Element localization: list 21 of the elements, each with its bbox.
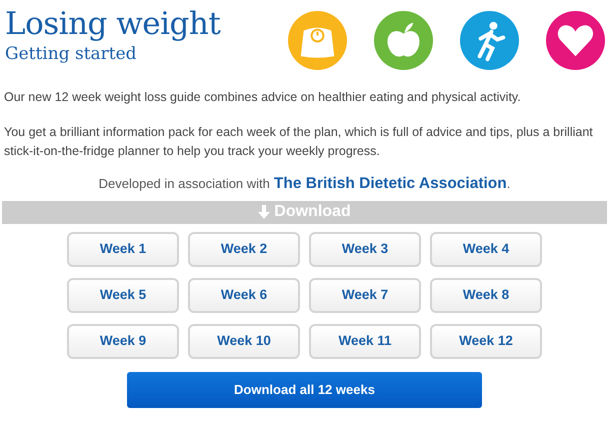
- week-button[interactable]: Week 9: [67, 324, 179, 358]
- week-button[interactable]: Week 10: [188, 324, 300, 358]
- week-button[interactable]: Week 2: [188, 232, 300, 266]
- week-button[interactable]: Week 3: [309, 232, 421, 266]
- week-button[interactable]: Week 7: [309, 278, 421, 312]
- week-button[interactable]: Week 1: [67, 232, 179, 266]
- intro-paragraph: You get a brilliant information pack for each week of the plan, which is full of advice and tips, plus a brilliant stick-it-on-the-fridge planner to help you track your weekly progress.: [4, 124, 594, 160]
- partner-text: Developed in association with: [98, 175, 270, 194]
- week-button[interactable]: Week 5: [67, 278, 179, 312]
- page-subtitle: Getting started: [5, 44, 138, 64]
- period-text: .: [506, 175, 510, 194]
- week-button[interactable]: Week 8: [430, 278, 542, 312]
- week-button[interactable]: Week 4: [430, 232, 542, 266]
- download-icon: [258, 205, 270, 219]
- week-button[interactable]: Week 6: [188, 278, 300, 312]
- page-title: Losing weight: [5, 9, 222, 40]
- partner-link[interactable]: The British Dietetic Association: [274, 172, 507, 196]
- week-button[interactable]: Week 12: [430, 324, 542, 358]
- download-all-button[interactable]: Download all 12 weeks: [127, 372, 482, 408]
- week-button[interactable]: Week 11: [309, 324, 421, 358]
- intro-paragraph: Our new 12 week weight loss guide combines advice on healthier eating and physical activity.: [4, 89, 522, 106]
